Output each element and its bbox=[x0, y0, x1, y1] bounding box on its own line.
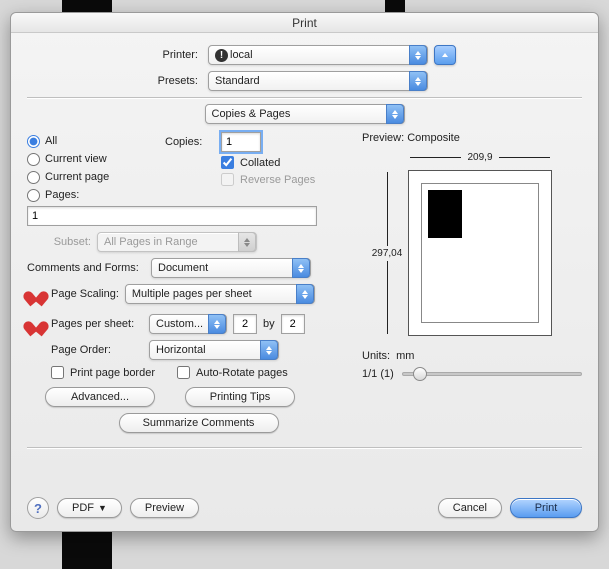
preview-width-dim: 209,9 bbox=[467, 152, 492, 163]
page-scaling-label: Page Scaling: bbox=[51, 288, 119, 300]
collated-checkbox[interactable] bbox=[221, 156, 234, 169]
help-button[interactable]: ? bbox=[27, 497, 49, 519]
select-arrows-icon bbox=[292, 258, 310, 278]
presets-select[interactable]: Standard bbox=[208, 71, 428, 91]
printer-label: Printer: bbox=[27, 49, 202, 61]
printer-select[interactable]: ! local bbox=[208, 45, 428, 65]
select-arrows-icon bbox=[409, 45, 427, 65]
range-pages-label: Pages: bbox=[45, 189, 79, 201]
collated-label: Collated bbox=[240, 157, 280, 169]
subset-value: All Pages in Range bbox=[104, 236, 198, 248]
copies-label: Copies: bbox=[165, 136, 215, 148]
pages-per-sheet-label: Pages per sheet: bbox=[51, 318, 143, 330]
comments-select[interactable]: Document bbox=[151, 258, 311, 278]
preview-button[interactable]: Preview bbox=[130, 498, 199, 518]
print-page-border-checkbox[interactable] bbox=[51, 366, 64, 379]
units-label: Units: bbox=[362, 350, 390, 362]
subset-label: Subset: bbox=[27, 236, 91, 248]
page-counter: 1/1 (1) bbox=[362, 368, 394, 380]
heart-annotation-icon bbox=[27, 316, 45, 332]
presets-label: Presets: bbox=[27, 75, 202, 87]
auto-rotate-label: Auto-Rotate pages bbox=[196, 367, 288, 379]
preview-page-thumbnail bbox=[428, 190, 462, 238]
printer-warning-icon: ! bbox=[215, 49, 228, 62]
disclosure-toggle[interactable] bbox=[434, 45, 456, 65]
summarize-comments-button[interactable]: Summarize Comments bbox=[119, 413, 279, 433]
select-arrows-icon bbox=[409, 71, 427, 91]
preview-height-dim: 297,04 bbox=[372, 248, 403, 259]
preview-pane: 209,9 297,04 Units: bbox=[362, 148, 582, 380]
section-value: Copies & Pages bbox=[212, 108, 291, 120]
print-button[interactable]: Print bbox=[510, 498, 582, 518]
range-all-radio[interactable] bbox=[27, 135, 40, 148]
separator bbox=[27, 447, 582, 448]
page-order-select[interactable]: Horizontal bbox=[149, 340, 279, 360]
separator bbox=[27, 97, 582, 98]
select-arrows-icon bbox=[238, 232, 256, 252]
select-arrows-icon bbox=[296, 284, 314, 304]
dialog-title: Print bbox=[11, 13, 598, 33]
reverse-pages-checkbox bbox=[221, 173, 234, 186]
auto-rotate-checkbox[interactable] bbox=[177, 366, 190, 379]
range-all-label: All bbox=[45, 135, 57, 147]
subset-select: All Pages in Range bbox=[97, 232, 257, 252]
printer-value: local bbox=[230, 49, 253, 61]
range-current-page-label: Current page bbox=[45, 171, 109, 183]
section-select[interactable]: Copies & Pages bbox=[205, 104, 405, 124]
page-scaling-value: Multiple pages per sheet bbox=[132, 288, 252, 300]
range-pages-radio[interactable] bbox=[27, 189, 40, 202]
pps-by-label: by bbox=[263, 318, 275, 330]
page-order-label: Page Order: bbox=[51, 344, 143, 356]
pps-width-input[interactable] bbox=[233, 314, 257, 334]
select-arrows-icon bbox=[260, 340, 278, 360]
pages-per-sheet-select[interactable]: Custom... bbox=[149, 314, 227, 334]
print-page-border-label: Print page border bbox=[70, 367, 155, 379]
comments-value: Document bbox=[158, 262, 208, 274]
units-value: mm bbox=[396, 350, 414, 362]
pdf-menu-button[interactable]: PDF▼ bbox=[57, 498, 122, 518]
pages-per-sheet-value: Custom... bbox=[156, 318, 203, 330]
advanced-button[interactable]: Advanced... bbox=[45, 387, 155, 407]
heart-annotation-icon bbox=[27, 286, 45, 302]
print-dialog: Print Printer: ! local Presets: Standard… bbox=[10, 12, 599, 532]
pps-height-input[interactable] bbox=[281, 314, 305, 334]
range-current-view-radio[interactable] bbox=[27, 153, 40, 166]
page-slider[interactable] bbox=[402, 372, 582, 376]
copies-input[interactable] bbox=[221, 132, 261, 152]
select-arrows-icon bbox=[208, 314, 226, 334]
page-order-value: Horizontal bbox=[156, 344, 206, 356]
chevron-down-icon: ▼ bbox=[98, 503, 107, 513]
printing-tips-button[interactable]: Printing Tips bbox=[185, 387, 295, 407]
presets-value: Standard bbox=[215, 75, 260, 87]
preview-title: Preview: Composite bbox=[362, 132, 582, 144]
range-current-view-label: Current view bbox=[45, 153, 107, 165]
comments-label: Comments and Forms: bbox=[27, 262, 145, 274]
pages-input[interactable] bbox=[27, 206, 317, 226]
cancel-button[interactable]: Cancel bbox=[438, 498, 502, 518]
range-current-page-radio[interactable] bbox=[27, 171, 40, 184]
reverse-pages-label: Reverse Pages bbox=[240, 174, 315, 186]
slider-thumb[interactable] bbox=[413, 367, 427, 381]
select-arrows-icon bbox=[386, 104, 404, 124]
page-scaling-select[interactable]: Multiple pages per sheet bbox=[125, 284, 315, 304]
